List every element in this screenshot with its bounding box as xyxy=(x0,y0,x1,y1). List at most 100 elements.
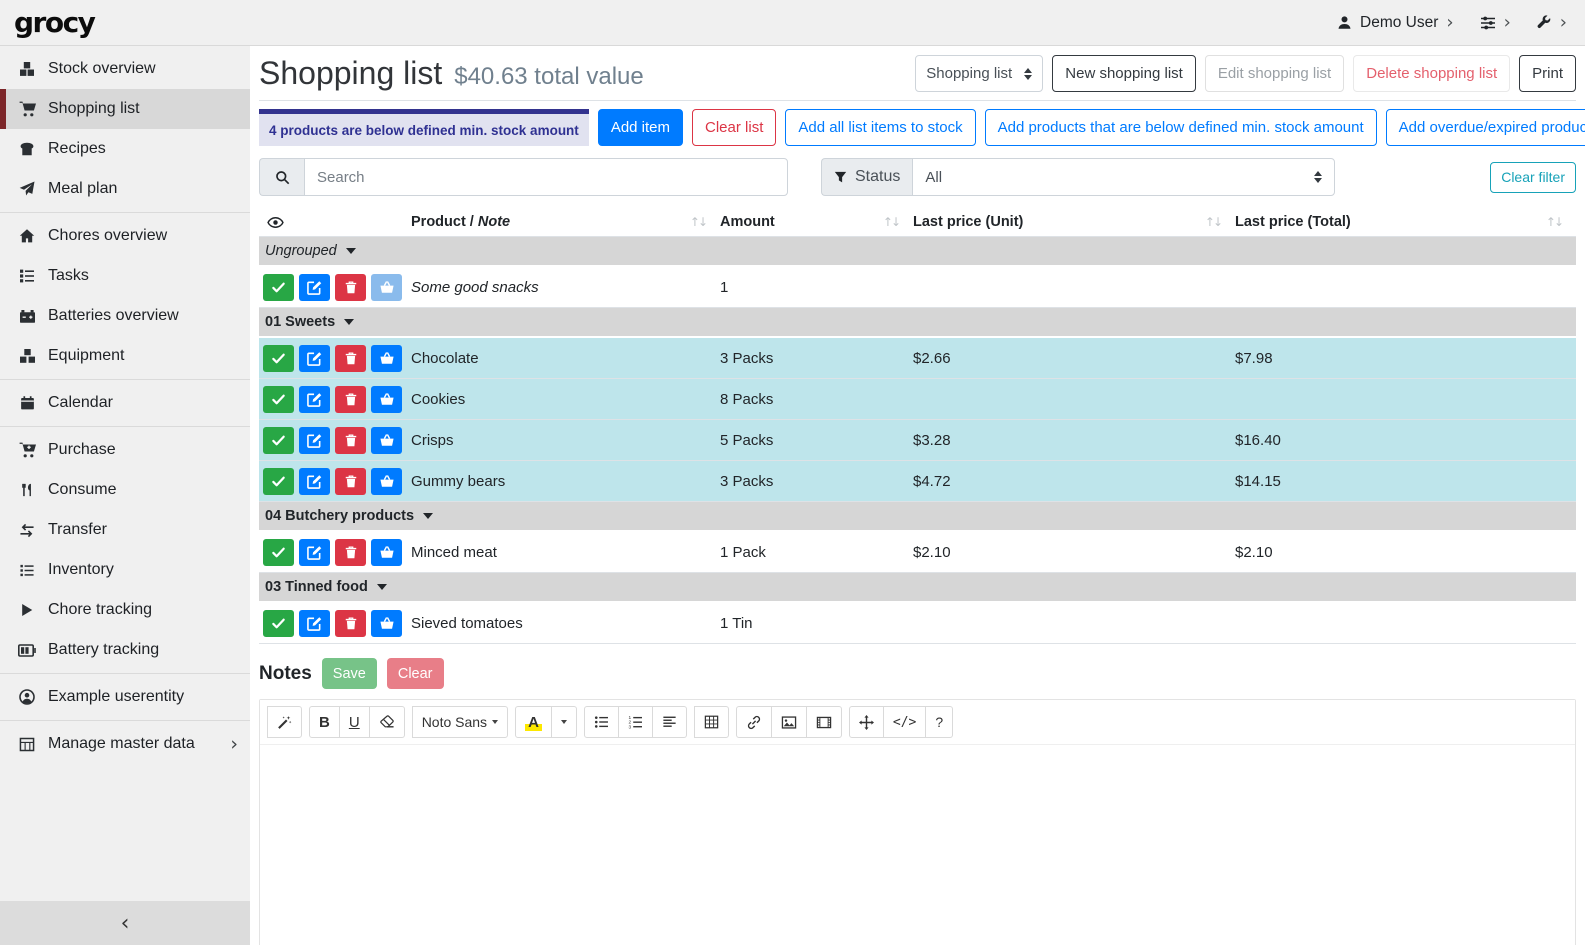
editor-help-button[interactable]: ? xyxy=(926,706,953,738)
notes-clear-button[interactable]: Clear xyxy=(387,658,444,689)
preferences-menu[interactable]: › xyxy=(1480,14,1511,32)
sidebar-item-battery-tracking[interactable]: Battery tracking xyxy=(0,630,250,670)
row-delete-button[interactable] xyxy=(335,345,366,372)
shopping-list-select[interactable]: Shopping list xyxy=(915,55,1043,92)
editor-font-color-dropdown[interactable] xyxy=(552,706,577,738)
sidebar-item-batteries-overview[interactable]: Batteries overview xyxy=(0,296,250,336)
admin-menu[interactable]: › xyxy=(1537,14,1567,32)
row-add-to-stock-button[interactable] xyxy=(371,427,402,454)
sidebar-item-equipment[interactable]: Equipment xyxy=(0,336,250,376)
svg-text:3: 3 xyxy=(628,724,631,729)
row-done-button[interactable] xyxy=(263,345,294,372)
editor-image-button[interactable] xyxy=(772,706,807,738)
sidebar-item-manage-master-data[interactable]: Manage master data› xyxy=(0,724,250,764)
sidebar-item-stock-overview[interactable]: Stock overview xyxy=(0,49,250,89)
sidebar-item-purchase[interactable]: Purchase xyxy=(0,430,250,470)
notes-save-button[interactable]: Save xyxy=(322,658,377,689)
visibility-column-header[interactable] xyxy=(259,208,411,236)
print-button[interactable]: Print xyxy=(1519,55,1576,92)
row-done-button[interactable] xyxy=(263,386,294,413)
row-delete-button[interactable] xyxy=(335,274,366,301)
row-done-button[interactable] xyxy=(263,539,294,566)
editor-link-button[interactable] xyxy=(736,706,772,738)
row-delete-button[interactable] xyxy=(335,427,366,454)
sidebar-item-meal-plan[interactable]: Meal plan xyxy=(0,169,250,209)
group-header-04-butchery-products[interactable]: 04 Butchery products xyxy=(259,502,1576,532)
group-header-01-sweets[interactable]: 01 Sweets xyxy=(259,308,1576,338)
editor-fullscreen-button[interactable] xyxy=(849,706,884,738)
editor-font-color-button[interactable]: A xyxy=(515,706,552,738)
sidebar-item-chores-overview[interactable]: Chores overview xyxy=(0,216,250,256)
row-add-to-stock-button[interactable] xyxy=(371,539,402,566)
clear-filter-button[interactable]: Clear filter xyxy=(1490,162,1576,193)
sidebar-item-tasks[interactable]: Tasks xyxy=(0,256,250,296)
row-done-button[interactable] xyxy=(263,274,294,301)
delete-shopping-list-button[interactable]: Delete shopping list xyxy=(1353,55,1510,92)
row-edit-button[interactable] xyxy=(299,427,330,454)
editor-ordered-list-button[interactable]: 123 xyxy=(619,706,653,738)
row-delete-button[interactable] xyxy=(335,386,366,413)
editor-font-family-button[interactable]: Noto Sans xyxy=(412,706,508,738)
row-delete-button[interactable] xyxy=(335,610,366,637)
status-select[interactable]: All xyxy=(912,158,1335,196)
sidebar-collapse-button[interactable]: ‹ xyxy=(0,901,250,945)
editor-table-button[interactable] xyxy=(694,706,729,738)
price-total-column-header[interactable]: Last price (Total) ↑↓ xyxy=(1235,208,1576,236)
row-done-button[interactable] xyxy=(263,427,294,454)
table-row: Gummy bears3 Packs$4.72$14.15 xyxy=(259,461,1576,502)
row-add-to-stock-button[interactable] xyxy=(371,274,402,301)
row-edit-button[interactable] xyxy=(299,610,330,637)
row-add-to-stock-button[interactable] xyxy=(371,468,402,495)
row-delete-button[interactable] xyxy=(335,539,366,566)
search-input[interactable] xyxy=(304,158,788,196)
add-below-min-stock-button[interactable]: Add products that are below defined min.… xyxy=(985,109,1377,146)
new-shopping-list-button[interactable]: New shopping list xyxy=(1052,55,1196,92)
sort-icon[interactable]: ↑↓ xyxy=(883,215,899,229)
sidebar-item-recipes[interactable]: Recipes xyxy=(0,129,250,169)
row-done-button[interactable] xyxy=(263,610,294,637)
user-menu[interactable]: Demo User › xyxy=(1337,14,1454,32)
row-edit-button[interactable] xyxy=(299,274,330,301)
row-edit-button[interactable] xyxy=(299,386,330,413)
sort-icon[interactable]: ↑↓ xyxy=(1546,215,1562,229)
edit-shopping-list-button[interactable]: Edit shopping list xyxy=(1205,55,1344,92)
row-add-to-stock-button[interactable] xyxy=(371,610,402,637)
row-edit-button[interactable] xyxy=(299,539,330,566)
amount-column-header[interactable]: Amount ↑↓ xyxy=(720,208,913,236)
add-overdue-button[interactable]: Add overdue/expired products xyxy=(1386,109,1585,146)
row-add-to-stock-button[interactable] xyxy=(371,386,402,413)
editor-bold-button[interactable]: B xyxy=(309,706,340,738)
editor-codeview-button[interactable]: </> xyxy=(884,706,926,738)
below-min-stock-notice[interactable]: 4 products are below defined min. stock … xyxy=(259,109,589,146)
sidebar-item-chore-tracking[interactable]: Chore tracking xyxy=(0,590,250,630)
add-all-to-stock-button[interactable]: Add all list items to stock xyxy=(785,109,975,146)
notes-editor: B U Noto Sans A 123 xyxy=(259,699,1576,945)
status-label-text: Status xyxy=(855,168,900,186)
sidebar-item-shopping-list[interactable]: Shopping list xyxy=(0,89,250,129)
sidebar-item-example-userentity[interactable]: Example userentity xyxy=(0,677,250,717)
add-item-button[interactable]: Add item xyxy=(598,109,683,146)
editor-clear-format-button[interactable] xyxy=(370,706,405,738)
editor-unordered-list-button[interactable] xyxy=(584,706,619,738)
sort-icon[interactable]: ↑↓ xyxy=(690,215,706,229)
editor-underline-button[interactable]: U xyxy=(340,706,370,738)
sidebar-item-consume[interactable]: Consume xyxy=(0,470,250,510)
price-unit-column-header[interactable]: Last price (Unit) ↑↓ xyxy=(913,208,1235,236)
clear-list-button[interactable]: Clear list xyxy=(692,109,776,146)
sidebar-item-inventory[interactable]: Inventory xyxy=(0,550,250,590)
sidebar-item-calendar[interactable]: Calendar xyxy=(0,383,250,423)
group-header-03-tinned-food[interactable]: 03 Tinned food xyxy=(259,573,1576,603)
sort-icon[interactable]: ↑↓ xyxy=(1205,215,1221,229)
editor-style-button[interactable] xyxy=(267,706,302,738)
row-edit-button[interactable] xyxy=(299,468,330,495)
editor-paragraph-button[interactable] xyxy=(653,706,687,738)
product-column-header[interactable]: Product / Note ↑↓ xyxy=(411,208,720,236)
notes-editing-area[interactable] xyxy=(260,745,1575,945)
row-done-button[interactable] xyxy=(263,468,294,495)
row-delete-button[interactable] xyxy=(335,468,366,495)
row-edit-button[interactable] xyxy=(299,345,330,372)
row-add-to-stock-button[interactable] xyxy=(371,345,402,372)
editor-video-button[interactable] xyxy=(807,706,842,738)
sidebar-item-transfer[interactable]: Transfer xyxy=(0,510,250,550)
group-header-ungrouped[interactable]: Ungrouped xyxy=(259,237,1576,267)
